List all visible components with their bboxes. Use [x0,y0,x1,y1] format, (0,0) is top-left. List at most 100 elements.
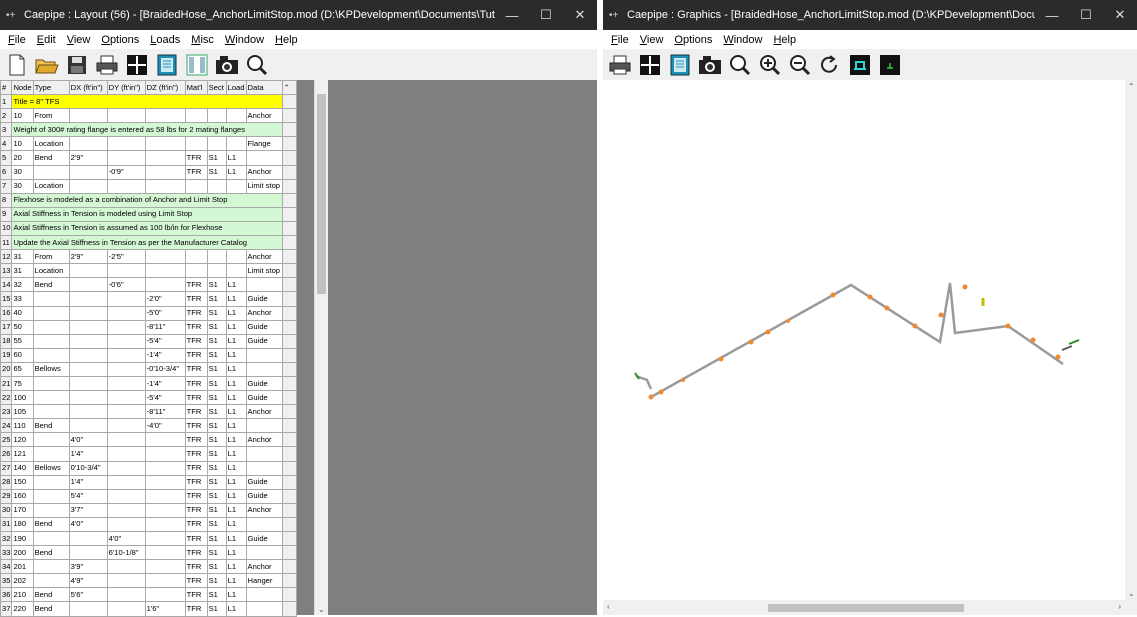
scroll-up-icon[interactable]: ⌃ [281,79,297,96]
zoom-window-icon[interactable] [727,53,753,77]
cell-type[interactable] [32,305,70,321]
cell-dx[interactable] [68,263,108,279]
cell-load[interactable]: L1 [225,530,247,547]
cell-node[interactable]: 50 [11,319,34,335]
menu-window[interactable]: Window [225,34,264,46]
cell-load[interactable]: L1 [225,545,247,561]
cell-matl[interactable]: TFR [184,573,208,589]
row-number[interactable]: 33 [0,545,13,561]
layout-spreadsheet[interactable]: # Node Type DX (ft'in") DY (ft'in") DZ (… [0,79,297,617]
row-number[interactable]: 5 [0,150,13,166]
cell-dz[interactable]: -2'0" [144,291,186,307]
cell-type[interactable]: Bend [32,587,70,603]
cell-dz[interactable] [144,488,186,504]
cell-node[interactable]: 220 [11,601,34,617]
cell-type[interactable]: From [32,249,70,265]
col-header-dy[interactable]: DY (ft'in") [106,79,146,96]
table-row[interactable]: 34 201 3'9" TFR S1 L1 Anchor [0,559,297,575]
row-number[interactable]: 2 [0,108,13,124]
table-row[interactable]: 21 75 -1'4" TFR S1 L1 Guide [0,375,297,392]
cell-dz[interactable] [144,136,186,152]
cell-node[interactable]: 100 [11,390,34,406]
graphics-canvas[interactable] [603,80,1137,600]
menu-loads[interactable]: Loads [150,34,180,46]
cell-load[interactable]: L1 [225,375,247,392]
menu-help[interactable]: Help [773,34,796,46]
cell-dy[interactable] [106,136,146,152]
minimize-icon[interactable]: — [495,8,529,23]
cell-matl[interactable]: TFR [184,587,208,603]
piping-model-drawing[interactable] [603,80,1125,585]
table-row[interactable]: 8 Flexhose is modeled as a combination of… [0,192,297,208]
cell-matl[interactable]: TFR [184,530,208,547]
cell-dy[interactable] [106,108,146,124]
row-number[interactable]: 36 [0,587,13,603]
cell-dy[interactable] [106,319,146,335]
cell-matl[interactable]: TFR [184,319,208,335]
cell-node[interactable]: 110 [11,418,34,434]
row-number[interactable]: 32 [0,530,13,547]
table-row[interactable]: 35 202 4'9" TFR S1 L1 Hanger [0,573,297,589]
cell-node[interactable]: 30 [11,164,34,180]
table-row[interactable]: 1 Title = 8" TFS [0,94,297,110]
row-number[interactable]: 14 [0,277,13,293]
cell-load[interactable] [225,108,247,124]
cell-dy[interactable] [106,502,146,518]
cell-data[interactable] [245,587,283,603]
close-icon[interactable]: ✕ [1103,7,1137,23]
cell-dz[interactable] [144,545,186,561]
cell-dz[interactable]: -1'4" [144,375,186,392]
cell-dz[interactable] [144,474,186,490]
cell-data[interactable] [245,361,283,377]
cell-sect[interactable]: S1 [206,347,227,363]
cell-dx[interactable] [68,404,108,420]
cell-dy[interactable] [106,516,146,533]
cell-load[interactable]: L1 [225,418,247,434]
row-number[interactable]: 26 [0,446,13,462]
cell-dy[interactable]: 4'0" [106,530,146,547]
cell-dx[interactable] [68,319,108,335]
row-number[interactable]: 10 [0,220,13,237]
cell-dz[interactable] [144,587,186,603]
cell-sect[interactable]: S1 [206,432,227,448]
cell-dz[interactable] [144,460,186,476]
cell-data[interactable]: Anchor [245,164,283,180]
cell-matl[interactable] [184,108,208,124]
cell-dz[interactable] [144,516,186,533]
row-number[interactable]: 20 [0,361,13,377]
cell-node[interactable]: 32 [11,277,34,293]
cell-matl[interactable]: TFR [184,150,208,166]
cell-type[interactable] [32,530,70,547]
menu-window[interactable]: Window [723,34,762,46]
table-row[interactable]: 4 10 Location Flange [0,136,297,152]
cell-node[interactable]: 170 [11,502,34,518]
menu-options[interactable]: Options [674,34,712,46]
row-number[interactable]: 21 [0,375,13,392]
comment-cell[interactable]: Weight of 300# rating flange is entered … [11,122,283,138]
cell-dz[interactable] [144,277,186,293]
cell-dx[interactable] [68,136,108,152]
cell-matl[interactable]: TFR [184,277,208,293]
cell-load[interactable]: L1 [225,516,247,533]
cell-dx[interactable]: 2'9" [68,249,108,265]
row-number[interactable]: 29 [0,488,13,504]
comment-cell[interactable]: Axial Stiffness in Tension is modeled us… [11,206,283,222]
open-folder-icon[interactable] [34,53,60,77]
cell-sect[interactable] [206,178,227,194]
layout-grid-icon[interactable] [637,53,663,77]
cell-matl[interactable]: TFR [184,333,208,349]
scroll-right-icon[interactable]: › [1118,602,1121,611]
cell-sect[interactable]: S1 [206,573,227,589]
cell-dz[interactable] [144,150,186,166]
scroll-left-icon[interactable]: ‹ [607,602,610,611]
cell-sect[interactable]: S1 [206,502,227,518]
cell-load[interactable]: L1 [225,488,247,504]
cell-sect[interactable]: S1 [206,587,227,603]
cell-data[interactable]: Anchor [245,404,283,420]
cell-dz[interactable]: -4'0" [144,418,186,434]
col-header-matl[interactable]: Mat'l [184,79,208,96]
cell-dy[interactable] [106,263,146,279]
cell-load[interactable]: L1 [225,573,247,589]
cell-type[interactable] [32,390,70,406]
cell-data[interactable] [245,460,283,476]
